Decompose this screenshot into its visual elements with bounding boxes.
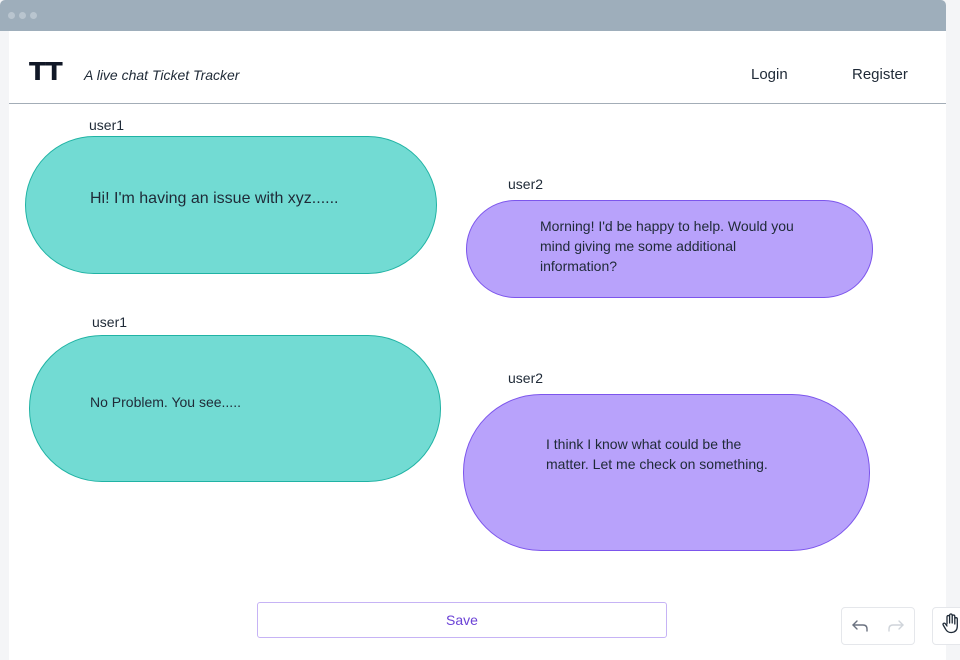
- history-controls: [841, 607, 915, 645]
- message-username: user1: [92, 314, 128, 330]
- chat-page: TT A live chat Ticket Tracker Login Regi…: [9, 31, 946, 660]
- save-button[interactable]: Save: [257, 602, 667, 638]
- message-text: I think I know what could be the matter.…: [546, 436, 768, 472]
- hand-icon: [941, 613, 960, 639]
- app-tagline: A live chat Ticket Tracker: [84, 67, 240, 83]
- pan-tool-button[interactable]: [932, 607, 960, 645]
- chat-bubble-user2: I think I know what could be the matter.…: [463, 394, 870, 551]
- message-username: user2: [508, 176, 544, 192]
- top-navbar: TT A live chat Ticket Tracker Login Regi…: [9, 31, 946, 104]
- login-link[interactable]: Login: [751, 66, 788, 83]
- chat-bubble-user1: Hi! I'm having an issue with xyz......: [25, 136, 437, 274]
- window-title-bar: [0, 0, 946, 31]
- message-text: Morning! I'd be happy to help. Would you…: [540, 218, 794, 274]
- chat-bubble-user1: No Problem. You see.....: [29, 335, 441, 482]
- window-dot-maximize[interactable]: [30, 12, 37, 19]
- message-text: No Problem. You see.....: [90, 394, 241, 410]
- redo-icon[interactable]: [878, 608, 914, 644]
- app-logo[interactable]: TT: [29, 57, 63, 86]
- window-dot-close[interactable]: [8, 12, 15, 19]
- undo-icon[interactable]: [842, 608, 878, 644]
- window-dot-minimize[interactable]: [19, 12, 26, 19]
- message-username: user2: [508, 370, 544, 386]
- chat-bubble-user2: Morning! I'd be happy to help. Would you…: [466, 200, 873, 298]
- register-link[interactable]: Register: [852, 66, 908, 83]
- message-username: user1: [89, 117, 125, 133]
- message-text: Hi! I'm having an issue with xyz......: [90, 190, 339, 207]
